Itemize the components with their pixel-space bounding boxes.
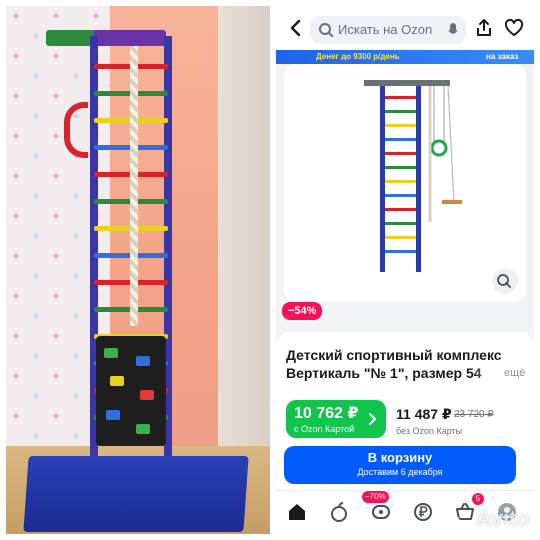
regular-price: 11 487 ₽ 23 720 ₽ без Ozon Карты — [396, 406, 494, 436]
search-input[interactable]: Искать на Ozon — [310, 16, 466, 44]
discount-badge: −54% — [282, 302, 323, 320]
add-to-cart-label: В корзину — [367, 450, 433, 465]
sale-icon — [372, 505, 390, 519]
regular-price-subtitle: без Ozon Карты — [396, 426, 463, 436]
promo-banner-text: Денег до 9300 р/день — [316, 52, 400, 61]
product-ladder-rung — [385, 222, 416, 225]
ozon-card-price-value: 10 762 ₽ — [294, 405, 359, 422]
promo-banner-text-right: на заказ — [486, 52, 519, 61]
product-ladder-rung — [385, 250, 416, 253]
product-ladder-rung — [385, 208, 416, 211]
ruble-icon — [414, 503, 432, 521]
more-link[interactable]: ещё — [504, 364, 525, 382]
ozon-card-price-subtitle: с Ozon Картой — [294, 424, 355, 434]
microphone-icon[interactable] — [448, 22, 458, 38]
avito-watermark-text: Avito — [475, 506, 530, 531]
product-ladder-rung — [385, 124, 416, 127]
tab-fresh[interactable] — [326, 499, 352, 525]
sale-tab-badge: −70% — [362, 491, 389, 503]
product-ladder-rung — [385, 152, 416, 155]
add-to-cart-button[interactable]: В корзину Доставим 6 декабря — [284, 446, 516, 484]
cart-count-badge: 5 — [472, 493, 484, 505]
apple-icon — [331, 502, 347, 522]
similar-products-icon[interactable] — [492, 268, 518, 294]
chevron-right-icon — [364, 411, 380, 427]
back-arrow-icon[interactable] — [286, 18, 306, 38]
product-ladder-rung — [385, 194, 416, 197]
product-image-gallery[interactable] — [284, 64, 526, 302]
avito-logo-icon — [449, 508, 472, 530]
product-photo — [6, 6, 270, 534]
home-icon — [289, 504, 305, 520]
door — [218, 6, 270, 486]
wall-cushion — [96, 336, 166, 446]
ozon-card-price[interactable]: 10 762 ₽ с Ozon Картой — [286, 400, 386, 438]
product-ladder-rung — [385, 166, 416, 169]
tab-home[interactable] — [284, 499, 310, 525]
heart-icon[interactable] — [504, 18, 524, 38]
old-price-value: 23 720 ₽ — [454, 409, 494, 420]
red-hook — [64, 102, 88, 158]
product-ladder-rung — [385, 110, 416, 113]
product-ladder-rung — [385, 236, 416, 239]
product-title[interactable]: Детский спортивный комплекс Вертикаль "№… — [286, 346, 526, 382]
product-image — [364, 80, 462, 272]
product-ladder-rung — [385, 138, 416, 141]
search-placeholder: Искать на Ozon — [338, 22, 433, 37]
promo-banner[interactable]: Денег до 9300 р/день на заказ — [276, 50, 534, 64]
delivery-date: Доставим 6 декабря — [357, 467, 443, 477]
product-info-card: Детский спортивный комплекс Вертикаль "№… — [276, 332, 534, 534]
climbing-rope — [130, 46, 138, 326]
tab-sale[interactable]: −70% — [362, 491, 394, 525]
regular-price-value: 11 487 ₽ — [396, 406, 452, 422]
gym-mat — [23, 456, 249, 532]
tab-finance[interactable] — [410, 499, 436, 525]
product-ladder-rung — [385, 96, 416, 99]
top-navigation: Искать на Ozon — [276, 6, 534, 50]
ozon-app-screen: Искать на Ozon Денег до 9300 р/день на з… — [276, 6, 534, 534]
search-icon — [318, 22, 334, 38]
share-icon[interactable] — [474, 18, 494, 38]
product-ladder-rung — [385, 180, 416, 183]
avito-watermark: Avito — [449, 506, 530, 532]
top-bar — [46, 30, 166, 46]
product-title-line1: Детский спортивный комплекс — [286, 347, 502, 363]
